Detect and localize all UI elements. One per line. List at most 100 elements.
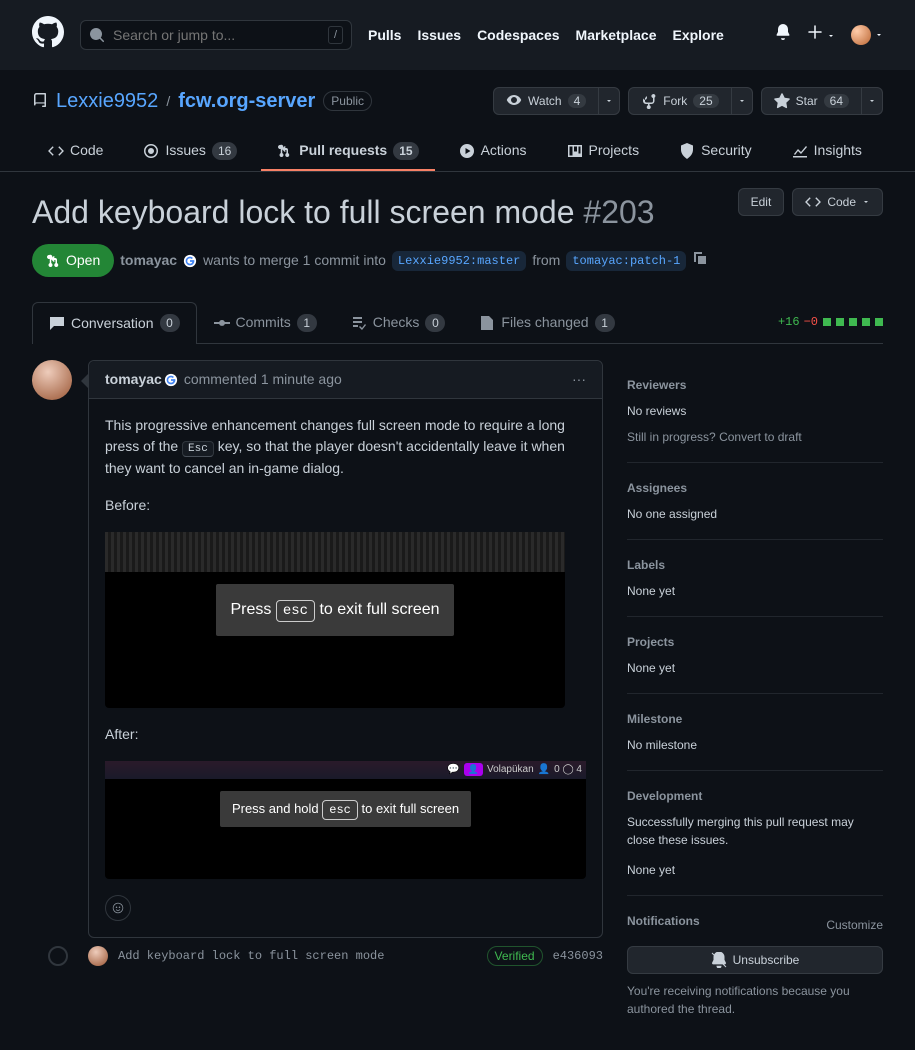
assignees-heading[interactable]: Assignees (627, 479, 883, 497)
reviewers-progress: Still in progress? (627, 430, 716, 444)
code-icon (805, 194, 821, 210)
pr-icon (46, 253, 62, 269)
repo-name-link[interactable]: fcw.org-server (178, 86, 315, 116)
fork-icon (641, 93, 657, 109)
project-icon (567, 143, 583, 159)
tab-insights[interactable]: Insights (776, 132, 878, 171)
commit-sha[interactable]: e436093 (553, 947, 603, 965)
state-badge: Open (32, 244, 114, 277)
user-avatar-menu[interactable] (851, 25, 883, 45)
tab-projects[interactable]: Projects (551, 132, 656, 171)
github-logo-icon[interactable] (32, 16, 64, 54)
edit-button[interactable]: Edit (738, 188, 785, 216)
fork-dropdown[interactable] (732, 87, 753, 115)
code-button[interactable]: Code (792, 188, 883, 216)
pr-title: Add keyboard lock to full screen mode #2… (32, 188, 722, 236)
graph-icon (792, 143, 808, 159)
base-branch[interactable]: Lexxie9952:master (392, 251, 526, 271)
comment-avatar[interactable] (32, 360, 72, 400)
comment-menu-icon[interactable]: ··· (572, 369, 586, 390)
development-none: None yet (627, 861, 883, 879)
google-badge-icon (164, 373, 178, 387)
watch-dropdown[interactable] (599, 87, 620, 115)
merge-from-text: from (532, 250, 560, 271)
file-diff-icon (479, 315, 495, 331)
chevron-down-icon (868, 97, 876, 105)
convert-draft-link[interactable]: Convert to draft (719, 430, 802, 444)
repo-icon (32, 93, 48, 109)
commit-avatar (88, 946, 108, 966)
diffstat: +16 −0 (778, 313, 883, 331)
nav-marketplace[interactable]: Marketplace (576, 25, 657, 46)
add-dropdown-icon[interactable] (807, 24, 835, 46)
chevron-down-icon (862, 198, 870, 206)
reviewers-none: No reviews (627, 402, 883, 420)
star-dropdown[interactable] (862, 87, 883, 115)
reviewers-heading[interactable]: Reviewers (627, 376, 883, 394)
labels-none: None yet (627, 582, 883, 600)
nav-codespaces[interactable]: Codespaces (477, 25, 559, 46)
comment-body: This progressive enhancement changes ful… (89, 399, 602, 937)
tab-commits[interactable]: Commits1 (197, 301, 334, 343)
commit-message[interactable]: Add keyboard lock to full screen mode (118, 947, 477, 965)
chevron-down-icon (605, 97, 613, 105)
star-button[interactable]: Star64 (761, 87, 862, 115)
visibility-badge: Public (323, 91, 372, 111)
tab-security[interactable]: Security (663, 132, 768, 171)
after-screenshot: 💬👤Volapükan👤0 ◯ 4 Press and hold esc to … (105, 761, 586, 879)
shield-icon (679, 143, 695, 159)
comment-icon (49, 315, 65, 331)
compare-branch[interactable]: tomayac:patch-1 (566, 251, 686, 271)
chevron-down-icon (738, 97, 746, 105)
search-input-wrapper[interactable]: / (80, 20, 352, 50)
tab-issues[interactable]: Issues16 (127, 132, 253, 171)
comment-time: commented 1 minute ago (184, 369, 342, 390)
commit-icon (214, 315, 230, 331)
projects-none: None yet (627, 659, 883, 677)
tab-code[interactable]: Code (32, 132, 119, 171)
comment-author[interactable]: tomayac (105, 369, 162, 390)
eye-icon (506, 93, 522, 109)
search-icon (89, 27, 105, 43)
google-badge-icon (183, 254, 197, 268)
commit-row[interactable]: Add keyboard lock to full screen mode Ve… (32, 938, 603, 974)
nav-explore[interactable]: Explore (672, 25, 723, 46)
merge-wants-text: wants to merge 1 commit into (203, 250, 386, 271)
verified-badge[interactable]: Verified (487, 946, 543, 966)
tab-pulls[interactable]: Pull requests15 (261, 132, 434, 171)
bell-slash-icon (711, 952, 727, 968)
repo-owner-link[interactable]: Lexxie9952 (56, 86, 158, 116)
code-icon (48, 143, 64, 159)
play-icon (459, 143, 475, 159)
unsubscribe-button[interactable]: Unsubscribe (627, 946, 883, 974)
repo-sep: / (166, 91, 170, 112)
checklist-icon (351, 315, 367, 331)
tab-conversation[interactable]: Conversation0 (32, 302, 197, 344)
milestone-heading[interactable]: Milestone (627, 710, 883, 728)
add-reaction-button[interactable] (105, 895, 131, 921)
tab-checks[interactable]: Checks0 (334, 301, 463, 343)
milestone-none: No milestone (627, 736, 883, 754)
notifications-heading: Notifications (627, 912, 700, 930)
projects-heading[interactable]: Projects (627, 633, 883, 651)
issue-icon (143, 143, 159, 159)
labels-heading[interactable]: Labels (627, 556, 883, 574)
nav-issues[interactable]: Issues (417, 25, 461, 46)
notifications-icon[interactable] (775, 24, 791, 46)
assignees-none: No one assigned (627, 505, 883, 523)
pr-icon (277, 143, 293, 159)
fork-button[interactable]: Fork25 (628, 87, 731, 115)
tab-files[interactable]: Files changed1 (462, 301, 631, 343)
search-input[interactable] (111, 26, 328, 44)
pr-author[interactable]: tomayac (120, 250, 177, 271)
development-msg: Successfully merging this pull request m… (627, 813, 883, 849)
before-screenshot: Press esc to exit full screen (105, 532, 565, 708)
nav-pulls[interactable]: Pulls (368, 25, 401, 46)
star-icon (774, 93, 790, 109)
slash-key-hint: / (328, 26, 343, 45)
watch-button[interactable]: Watch4 (493, 87, 599, 115)
copy-branch-icon[interactable] (692, 250, 708, 272)
tab-actions[interactable]: Actions (443, 132, 543, 171)
development-heading[interactable]: Development (627, 787, 883, 805)
customize-link[interactable]: Customize (826, 916, 883, 934)
